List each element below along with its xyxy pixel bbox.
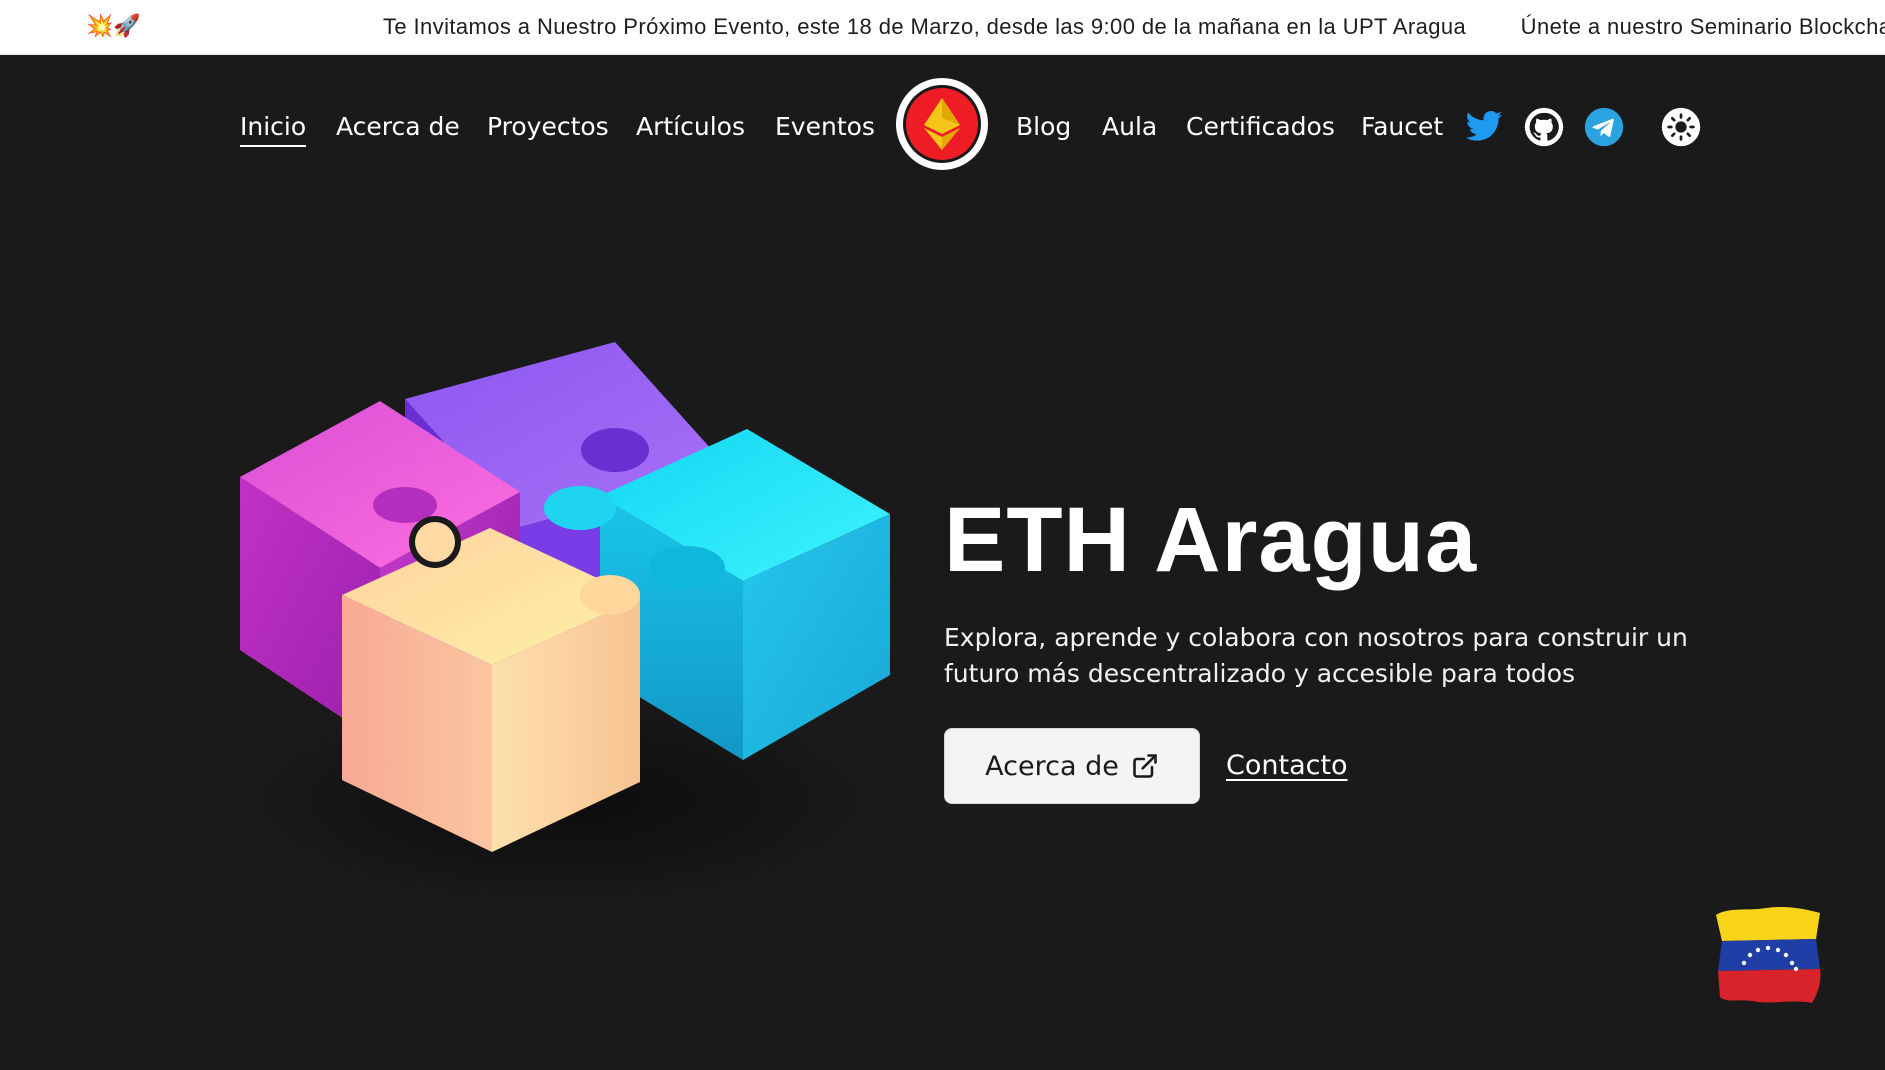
announcement-emoji: 💥🚀 <box>86 14 141 39</box>
nav-link-faucet[interactable]: Faucet <box>1361 112 1443 142</box>
nav-link-articulos[interactable]: Artículos <box>636 112 745 142</box>
theme-toggle-icon[interactable] <box>1661 107 1701 147</box>
venezuela-flag-icon[interactable] <box>1708 903 1828 1007</box>
main-nav: Inicio Acerca de Proyectos Artículos Eve… <box>0 78 1885 178</box>
twitter-icon[interactable] <box>1464 107 1504 147</box>
hero-subtitle: Explora, aprende y colabora con nosotros… <box>944 623 1688 688</box>
nav-link-inicio[interactable]: Inicio <box>240 112 307 147</box>
contact-link[interactable]: Contacto <box>1226 750 1348 781</box>
puzzle-cubes-illustration <box>230 342 890 910</box>
telegram-icon[interactable] <box>1584 107 1624 147</box>
nav-link-acerca-de[interactable]: Acerca de <box>336 112 460 142</box>
announcement-message: Te Invitamos a Nuestro Próximo Evento, e… <box>383 14 1467 39</box>
site-logo[interactable] <box>896 78 988 170</box>
ethereum-icon <box>924 98 960 150</box>
nav-link-eventos[interactable]: Eventos <box>775 112 875 142</box>
about-button-label: Acerca de <box>985 750 1119 782</box>
nav-link-blog[interactable]: Blog <box>1016 112 1071 142</box>
announcement-bar: 💥🚀 Te Invitamos a Nuestro Próximo Evento… <box>0 0 1885 54</box>
github-icon[interactable] <box>1524 107 1564 147</box>
announcement-ticker[interactable]: Te Invitamos a Nuestro Próximo Evento, e… <box>383 14 1885 40</box>
nav-link-proyectos[interactable]: Proyectos <box>487 112 609 142</box>
external-link-icon <box>1133 754 1157 778</box>
nav-link-aula[interactable]: Aula <box>1102 112 1157 142</box>
about-button[interactable]: Acerca de <box>944 728 1200 804</box>
nav-link-certificados[interactable]: Certificados <box>1186 112 1335 142</box>
hero-title: ETH Aragua <box>944 489 1478 591</box>
announcement-message: Únete a nuestro Seminario Blockchain <box>1520 14 1885 39</box>
